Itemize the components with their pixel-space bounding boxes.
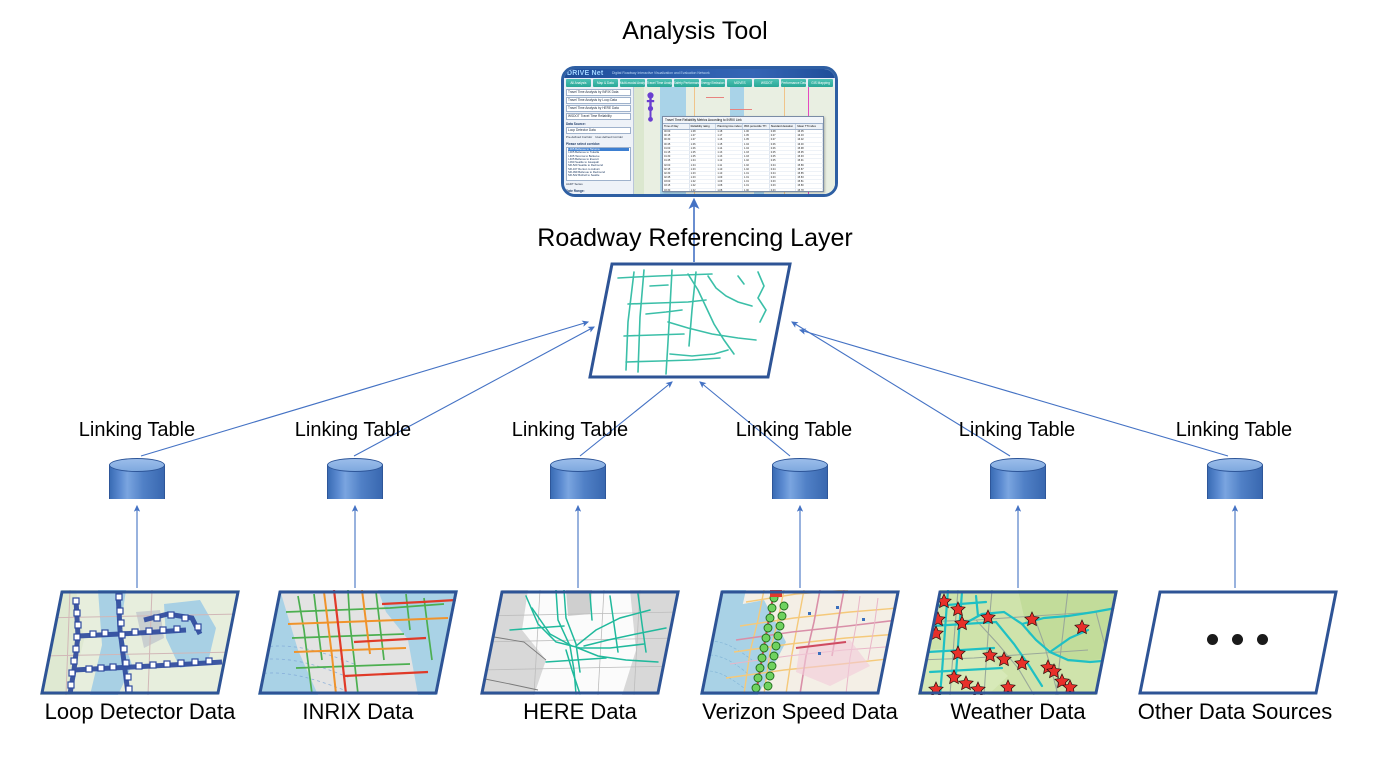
linking-table-label-2: Linking Table: [294, 419, 412, 441]
ellipsis-dot: [1207, 634, 1218, 645]
results-table-window[interactable]: Travel Time Reliability Metrics Accordin…: [662, 116, 824, 192]
cylinder-top: [550, 458, 606, 472]
select-corridor-label: Please select corridor:: [566, 142, 601, 146]
table-cell: 1.00: [743, 188, 770, 191]
table-cell: 0.03: [770, 188, 797, 191]
roadway-referencing-layer-title: Roadway Referencing Layer: [537, 224, 853, 252]
cylinder-top: [109, 458, 165, 472]
tab-energy-emission[interactable]: Energy Emission Analysis: [700, 79, 726, 87]
date-range-heading: Date Range:: [566, 189, 585, 193]
table-cell: 1.08: [716, 188, 744, 191]
corridor-option[interactable]: SR-522 Bothell to Seattle: [568, 174, 629, 177]
inrix-traffic-map-image: [258, 590, 458, 695]
linking-table-label-3: Linking Table: [511, 419, 629, 441]
column-header-pti: Planning time index (PTI): [716, 124, 744, 129]
tab-safety-performance[interactable]: Safety Performance: [673, 79, 699, 87]
ellipsis-icon: [1207, 634, 1268, 645]
linking-table-cylinder-5[interactable]: [990, 458, 1046, 504]
here-network-map-image: [480, 590, 680, 695]
nav-link-wsdot[interactable]: WSDOT Travel Time Reliability: [566, 113, 631, 120]
tab-performance-dashboard[interactable]: Performance Dashboard: [781, 79, 807, 87]
table-cell: 15.78: [796, 188, 823, 191]
data-source-select[interactable]: Loop Detector Data: [566, 127, 631, 134]
nav-link-loop[interactable]: Travel Time Analysis by Loop Data: [566, 97, 631, 104]
linking-table-cylinder-1[interactable]: [109, 458, 165, 504]
table-row[interactable]: 03:30 1.02 1.08 1.00 0.03 15.78: [663, 188, 823, 191]
linking-table-label-4: Linking Table: [735, 419, 853, 441]
nav-link-inrix[interactable]: Travel Time Analysis by INRIX Data: [566, 89, 631, 96]
column-header-std-deviation: Standard deviation: [770, 124, 797, 129]
diagram-canvas: Analysis Tool DRIVE Net Digital Roadway …: [0, 0, 1390, 758]
app-body: Travel Time Analysis by INRIX Data Trave…: [564, 87, 835, 194]
tab-travel-time-analysis[interactable]: Travel Time Analysis: [646, 79, 672, 87]
control-sidebar[interactable]: Travel Time Analysis by INRIX Data Trave…: [564, 87, 634, 194]
linking-table-cylinder-2[interactable]: [327, 458, 383, 504]
tab-all-analysis[interactable]: All Analysis: [566, 79, 591, 87]
ellipsis-dot: [1257, 634, 1268, 645]
linking-table-cylinder-4[interactable]: [772, 458, 828, 504]
results-table-body: 00:00 1.08 1.18 1.06 0.08 16.05 00:15 1.07 1.17 1…: [663, 130, 823, 191]
weather-station-map-image: [918, 590, 1118, 695]
ellipsis-dot: [1232, 634, 1243, 645]
map-viewport[interactable]: Travel Time Reliability Metrics Accordin…: [634, 87, 835, 194]
cylinder-top: [990, 458, 1046, 472]
linking-table-cylinder-6[interactable]: [1207, 458, 1263, 504]
verizon-speed-map-image: [700, 590, 900, 695]
column-header-time-of-day: Time of Day: [663, 124, 690, 129]
nav-link-here[interactable]: Travel Time Analysis by HERE Data: [566, 105, 631, 112]
app-logo: DRIVE Net: [567, 70, 604, 77]
linking-table-cylinder-3[interactable]: [550, 458, 606, 504]
table-cell: 03:30: [663, 188, 690, 191]
data-source-tile-inrix[interactable]: [258, 590, 458, 695]
data-source-heading: Data Source:: [566, 122, 586, 126]
roadway-referencing-layer-shape[interactable]: [588, 262, 792, 379]
tab-moves[interactable]: MOVES: [727, 79, 753, 87]
linking-table-label-1: Linking Table: [78, 419, 196, 441]
radio-user-defined-corridor[interactable]: User-defined Corridor: [595, 135, 623, 140]
data-source-tile-loop-detector[interactable]: [40, 590, 240, 695]
data-source-label-other: Other Data Sources: [1137, 699, 1333, 724]
loop-detector-map-image: [40, 590, 240, 695]
tab-wsdot[interactable]: WSDOT: [754, 79, 780, 87]
linking-table-label-6: Linking Table: [1175, 419, 1293, 441]
linking-table-label-5: Linking Table: [958, 419, 1076, 441]
radio-predefined-corridor[interactable]: Pre-defined Corridor: [566, 135, 592, 140]
app-tab-bar[interactable]: All Analysis Map & Data Multi-modal Anal…: [564, 78, 835, 87]
analysis-tool-window[interactable]: DRIVE Net Digital Roadway Interactive Vi…: [561, 66, 838, 197]
table-cell: 1.02: [690, 188, 717, 191]
map-pin-icon: [646, 92, 655, 122]
cylinder-top: [772, 458, 828, 472]
page-title-analysis-tool: Analysis Tool: [622, 17, 768, 45]
column-header-reliability: Reliability rating: [690, 124, 717, 129]
data-source-tile-verizon-speed[interactable]: [700, 590, 900, 695]
cylinder-top: [1207, 458, 1263, 472]
results-table-title: Travel Time Reliability Metrics Accordin…: [663, 117, 823, 124]
aadt-checkbox[interactable]: AADT Series: [566, 182, 631, 187]
column-header-mean-tti: Mean TTI index: [796, 124, 823, 129]
app-header-bar: DRIVE Net Digital Roadway Interactive Vi…: [564, 69, 835, 78]
tab-gis-mapping[interactable]: GIS Mapping: [808, 79, 834, 87]
app-subtitle: Digital Roadway Interactive Visualizatio…: [612, 71, 710, 75]
tab-multi-modal-analysis[interactable]: Multi-modal Analysis: [619, 79, 645, 87]
data-source-tile-here[interactable]: [480, 590, 680, 695]
corridor-listbox[interactable]: I-005 Bellevue to Tacoma I-005 Bellevue …: [566, 147, 631, 181]
tab-map-and-data[interactable]: Map & Data: [592, 79, 618, 87]
data-source-tile-weather[interactable]: [918, 590, 1118, 695]
column-header-95th-tti: 95th percentile TTI: [743, 124, 770, 129]
cylinder-top: [327, 458, 383, 472]
